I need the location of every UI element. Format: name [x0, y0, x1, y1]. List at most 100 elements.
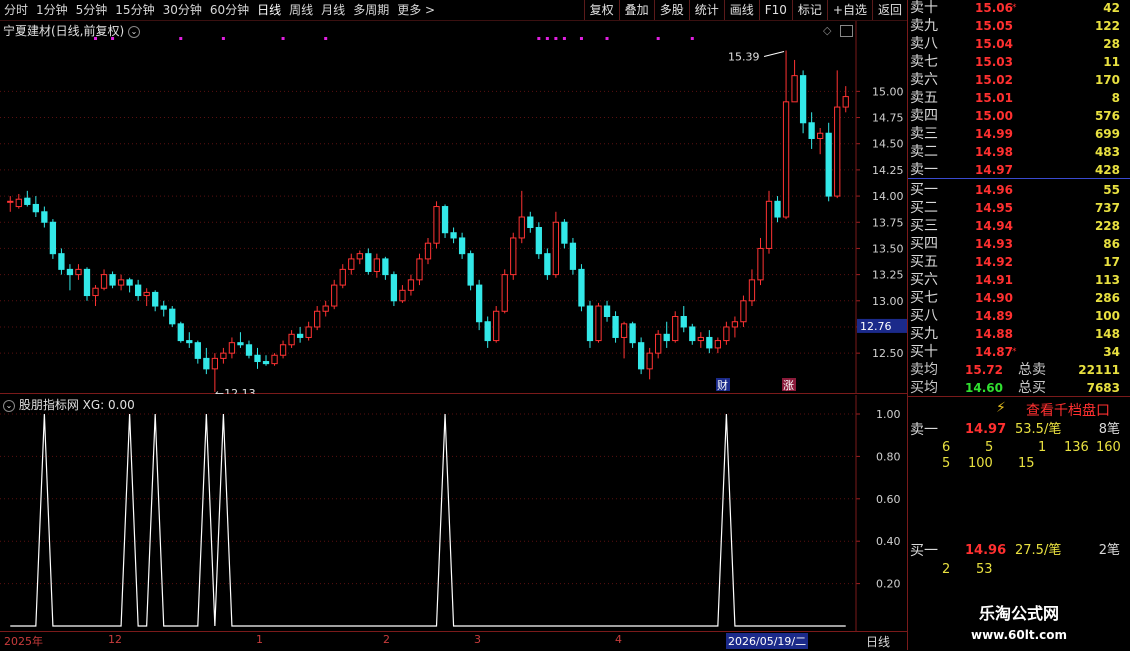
toolbar-button-1[interactable]: 叠加: [618, 0, 654, 20]
level-volume: 17: [1103, 255, 1120, 269]
period-tab-4[interactable]: 30分钟: [159, 0, 206, 20]
diamond-icon[interactable]: ◇: [823, 24, 831, 37]
ask-level-3[interactable]: 卖八 15.04 28: [908, 35, 1130, 53]
rise-badge-text: 涨: [783, 379, 794, 392]
indicator-collapse-icon[interactable]: ⌄: [3, 399, 15, 412]
bid-level-10[interactable]: 买十 14.87 34 *: [908, 343, 1130, 361]
candle-body: [109, 274, 116, 286]
candle-body: [586, 305, 594, 342]
toolbar-button-2[interactable]: 多股: [653, 0, 689, 20]
level-marker: *: [1012, 3, 1017, 13]
signal-dot: [221, 37, 225, 40]
candle-body: [476, 284, 483, 323]
cursor-date-label: 2026/05/19/二: [726, 633, 809, 649]
level-price: 14.92: [975, 255, 1013, 269]
period-tab-8[interactable]: 月线: [317, 0, 349, 20]
bid-level-2[interactable]: 买二 14.95 737: [908, 199, 1130, 217]
sell-stats-row: 卖均 15.72 总卖 22111: [908, 361, 1130, 379]
candle-body: [680, 316, 687, 328]
candle-body: [134, 284, 142, 297]
level-price: 14.98: [975, 145, 1013, 159]
candle-body: [655, 333, 662, 354]
toolbar-button-3[interactable]: 统计: [688, 0, 724, 20]
candle-body: [527, 216, 534, 228]
level-price: 15.04: [975, 37, 1013, 51]
queue-bid-row-1: 2 53: [908, 561, 1130, 579]
bid-level-3[interactable]: 买三 14.94 228: [908, 217, 1130, 235]
indicator-tick-label: 1.00: [876, 408, 901, 421]
view-1000-depth-link[interactable]: 查看千档盘口: [1026, 400, 1110, 420]
kline-chart[interactable]: 15.00 14.75 14.50 14.25 14.00 13.75 13.50 13.25…: [0, 21, 907, 400]
candle-body: [731, 321, 739, 328]
ask-level-2[interactable]: 卖九 15.05 122: [908, 17, 1130, 35]
candle-body: [433, 206, 440, 244]
toolbar-button-5[interactable]: F10: [758, 0, 792, 20]
candle-body: [578, 268, 585, 307]
bid-level-1[interactable]: 买一 14.96 55: [908, 181, 1130, 199]
chart-dropdown-icon[interactable]: ⌄: [128, 25, 141, 38]
period-tab-2[interactable]: 5分钟: [72, 0, 112, 20]
indicator-svg[interactable]: 1.00 0.80 0.60 0.40 0.20: [0, 395, 907, 631]
stats-separator: [908, 396, 1130, 397]
high-label: 15.39: [728, 51, 760, 64]
ask-level-4[interactable]: 卖七 15.03 11: [908, 53, 1130, 71]
toolbar-button-8[interactable]: 返回: [871, 0, 907, 20]
ask-level-1[interactable]: 卖十 15.06 42 *: [908, 0, 1130, 17]
candle-body: [314, 310, 321, 328]
period-tab-6[interactable]: 日线: [253, 0, 285, 20]
bid-level-7[interactable]: 买七 14.90 286: [908, 289, 1130, 307]
indicator-chart[interactable]: 1.00 0.80 0.60 0.40 0.20 ⌄ 股朋指标网 XG: 0.00: [0, 395, 907, 631]
ask-level-7[interactable]: 卖四 15.00 576: [908, 107, 1130, 125]
candle-body: [706, 336, 713, 349]
ask-level-10[interactable]: 卖一 14.97 428: [908, 161, 1130, 179]
candle-body: [66, 268, 74, 276]
current-price-label: 12.76: [860, 320, 892, 333]
candle-body: [552, 221, 560, 276]
level-price: 14.90: [975, 291, 1013, 305]
chart-title: 宁夏建材(日线,前复权) ⌄: [3, 22, 141, 39]
bid-level-4[interactable]: 买四 14.93 86: [908, 235, 1130, 253]
level-label: 卖十: [910, 0, 938, 16]
period-tab-3[interactable]: 15分钟: [111, 0, 158, 20]
period-tab-1[interactable]: 1分钟: [32, 0, 72, 20]
period-tab-0[interactable]: 分时: [0, 0, 32, 20]
bid-level-6[interactable]: 买六 14.91 113: [908, 271, 1130, 289]
candle-body: [373, 258, 380, 272]
signal-dot: [562, 37, 566, 40]
queue-bid-label: 买一: [910, 543, 938, 559]
level-price: 14.99: [975, 127, 1013, 141]
period-tab-5[interactable]: 60分钟: [206, 0, 253, 20]
level-price: 15.01: [975, 91, 1013, 105]
sell-avg-value: 15.72: [965, 363, 1003, 377]
ask-level-8[interactable]: 卖三 14.99 699: [908, 125, 1130, 143]
period-tab-10[interactable]: 更多 >: [393, 0, 439, 20]
sell-avg-label: 卖均: [910, 362, 938, 378]
bid-level-8[interactable]: 买八 14.89 100: [908, 307, 1130, 325]
toolbar-button-0[interactable]: 复权: [583, 0, 619, 20]
toolbar-button-7[interactable]: +自选: [826, 0, 872, 20]
ask-level-5[interactable]: 卖六 15.02 170: [908, 71, 1130, 89]
toolbar-button-6[interactable]: 标记: [791, 0, 827, 20]
candle-body: [211, 357, 219, 370]
bid-level-9[interactable]: 买九 14.88 148: [908, 325, 1130, 343]
candle-body: [646, 352, 653, 370]
xg-line: [10, 413, 846, 627]
period-tab-9[interactable]: 多周期: [349, 0, 393, 20]
level-price: 15.05: [975, 19, 1013, 33]
level-volume: 122: [1094, 19, 1120, 33]
time-label-dec: 12: [108, 633, 122, 646]
signal-dot: [281, 37, 285, 40]
high-arrow: [763, 51, 785, 58]
ask-level-6[interactable]: 卖五 15.01 8: [908, 89, 1130, 107]
toolbar-button-4[interactable]: 画线: [723, 0, 759, 20]
bid-level-5[interactable]: 买五 14.92 17: [908, 253, 1130, 271]
time-label-apr: 4: [615, 633, 622, 646]
candle-body: [194, 342, 201, 359]
queue-ask-row-2: 5 100 15: [908, 455, 1130, 473]
kline-svg[interactable]: 15.00 14.75 14.50 14.25 14.00 13.75 13.50 13.25…: [0, 21, 907, 400]
ask-level-9[interactable]: 卖二 14.98 483: [908, 143, 1130, 161]
finance-badge-text: 财: [717, 378, 728, 392]
candle-body: [723, 326, 730, 342]
panel-toggle-icon[interactable]: [840, 25, 853, 37]
period-tab-7[interactable]: 周线: [285, 0, 317, 20]
